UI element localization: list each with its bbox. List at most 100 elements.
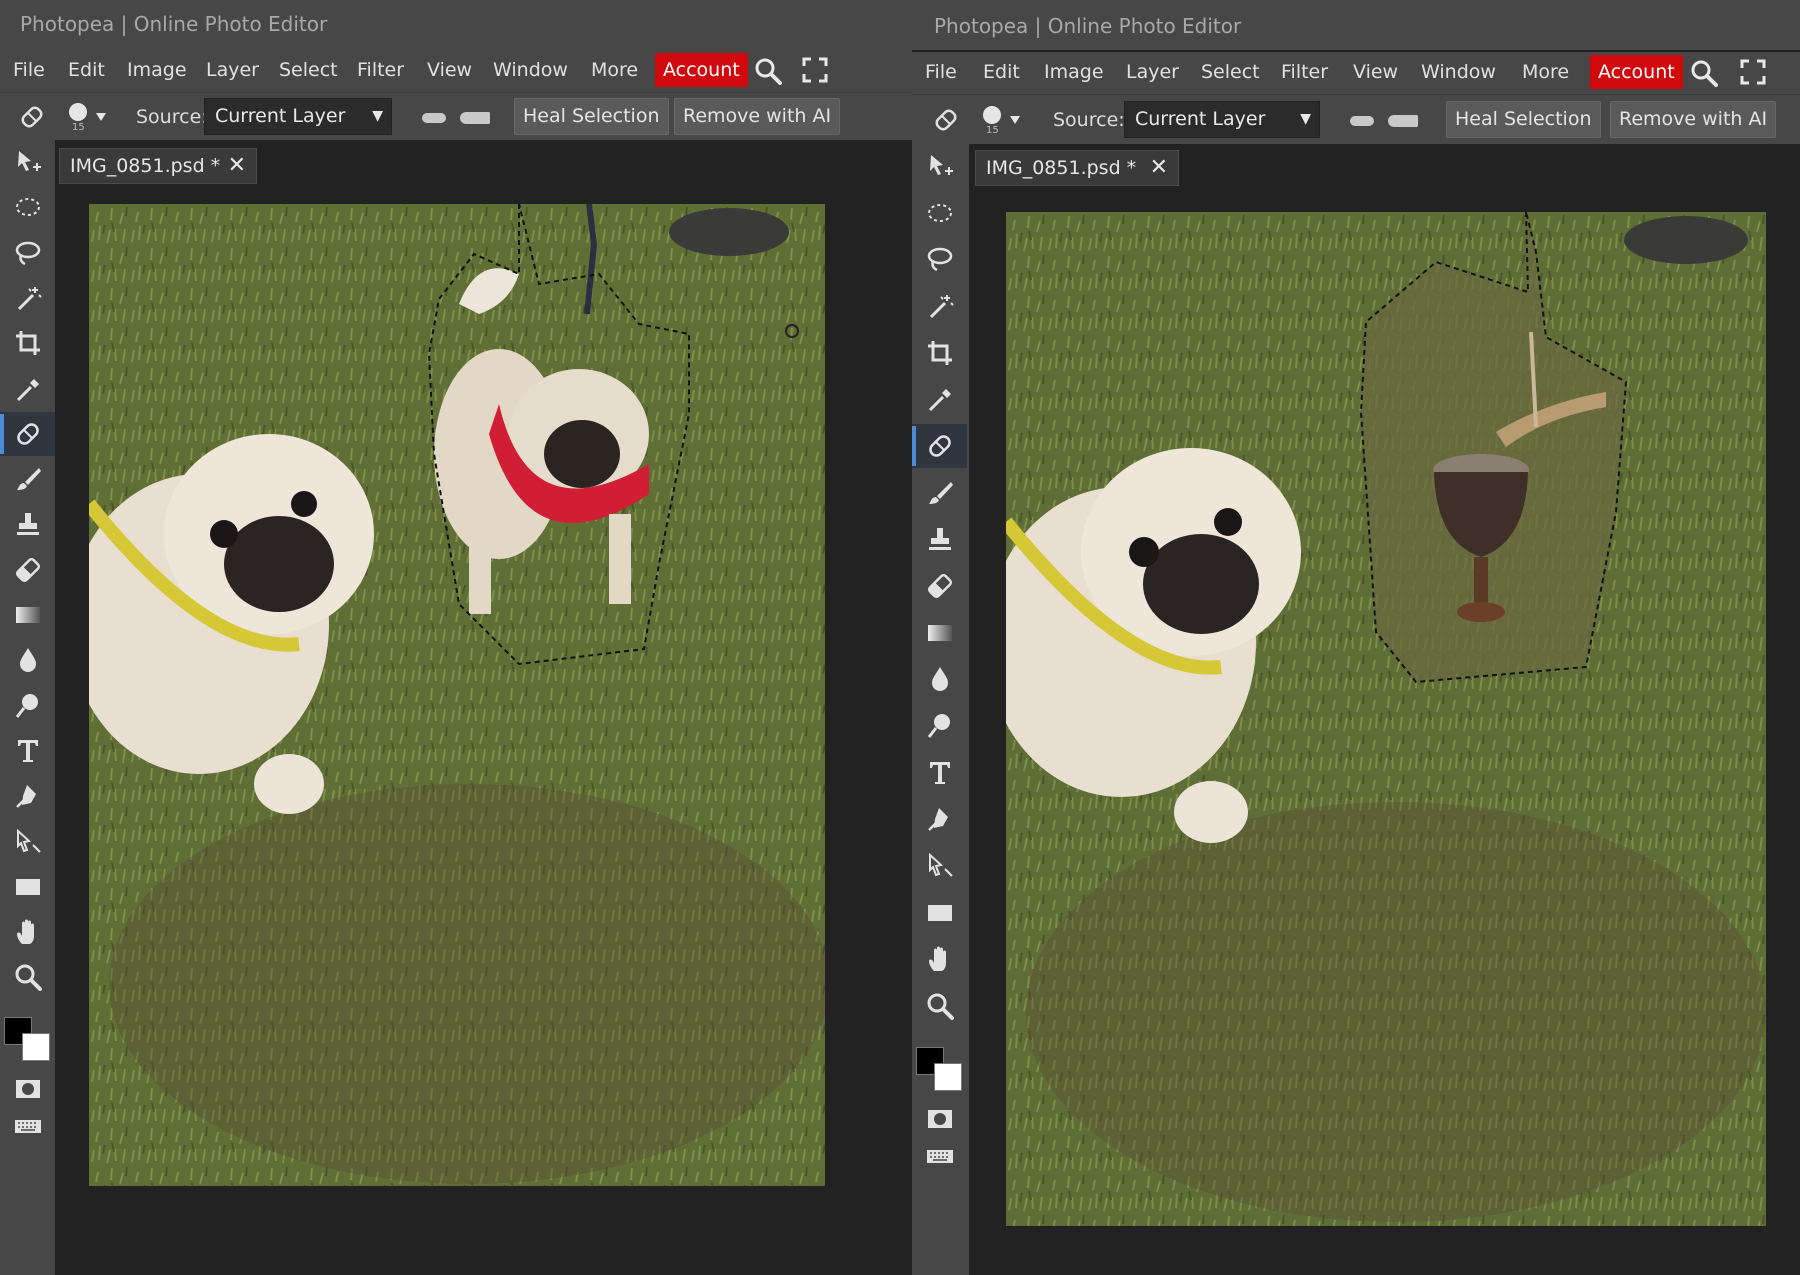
fullscreen-icon[interactable] [1740, 59, 1766, 85]
background-color-swatch[interactable] [934, 1062, 962, 1091]
account-button[interactable]: Account [655, 53, 748, 87]
editor-panel-after: Photopea | Online Photo Editor File Edit… [912, 0, 1800, 1275]
magic-wand-tool-icon [929, 294, 954, 319]
menu-edit[interactable]: Edit [983, 61, 1020, 83]
image-canvas[interactable] [89, 204, 825, 1186]
brush-hardness-hard-icon[interactable] [460, 112, 490, 124]
brush-hardness-soft-icon[interactable] [1350, 116, 1374, 126]
menu-window[interactable]: Window [493, 59, 568, 81]
clone-stamp-tool-button[interactable] [912, 517, 967, 561]
menu-filter[interactable]: Filter [357, 59, 404, 81]
account-button[interactable]: Account [1590, 55, 1683, 89]
document-tab[interactable]: IMG_0851.psd * ✕ [975, 150, 1179, 186]
menu-file[interactable]: File [925, 61, 957, 83]
healing-brush-tool-button[interactable] [0, 411, 55, 456]
eyedropper-tool-icon [928, 389, 951, 412]
brush-size-picker[interactable]: 15 [68, 99, 110, 135]
path-select-tool-button[interactable] [912, 844, 967, 888]
zoom-tool-button[interactable] [0, 955, 55, 999]
menu-view[interactable]: View [427, 59, 472, 81]
zoom-tool-icon [15, 964, 42, 992]
menu-more[interactable]: More [591, 59, 638, 81]
menu-layer[interactable]: Layer [1126, 61, 1179, 83]
pen-tool-button[interactable] [0, 774, 55, 818]
menu-view[interactable]: View [1353, 61, 1398, 83]
type-tool-button[interactable] [912, 751, 967, 795]
rectangle-tool-button[interactable] [0, 865, 55, 909]
keyboard-button[interactable] [912, 1134, 967, 1178]
pen-tool-button[interactable] [912, 797, 967, 841]
blur-tool-button[interactable] [912, 657, 967, 701]
search-icon[interactable] [753, 56, 783, 86]
pen-tool-icon [15, 785, 36, 809]
move-tool-button[interactable] [912, 144, 967, 188]
remove-with-ai-button[interactable]: Remove with AI [674, 98, 841, 135]
magic-wand-tool-button[interactable] [0, 276, 55, 320]
tool-preset-icon[interactable] [930, 104, 962, 136]
eyedropper-tool-button[interactable] [912, 377, 967, 421]
hand-tool-button[interactable] [0, 910, 55, 954]
crop-tool-button[interactable] [0, 321, 55, 365]
fullscreen-icon[interactable] [802, 57, 828, 83]
marquee-tool-button[interactable] [0, 185, 55, 229]
heal-selection-button[interactable]: Heal Selection [514, 98, 669, 135]
source-label: Source: [136, 106, 208, 128]
dodge-tool-button[interactable] [912, 704, 967, 748]
eraser-tool-button[interactable] [912, 564, 967, 608]
document-tab[interactable]: IMG_0851.psd * ✕ [59, 148, 257, 184]
lasso-tool-button[interactable] [912, 237, 967, 281]
hand-tool-icon [928, 946, 946, 972]
menu-window[interactable]: Window [1421, 61, 1496, 83]
menu-image[interactable]: Image [1044, 61, 1104, 83]
menu-edit[interactable]: Edit [68, 59, 105, 81]
menu-more[interactable]: More [1522, 61, 1569, 83]
path-select-tool-button[interactable] [0, 820, 55, 864]
gradient-tool-button[interactable] [0, 593, 55, 637]
menu-file[interactable]: File [13, 59, 45, 81]
brush-size-picker[interactable]: 15 [982, 102, 1024, 138]
source-select[interactable]: Current Layer ▼ [204, 98, 392, 135]
type-tool-button[interactable] [0, 729, 55, 773]
keyboard-button[interactable] [0, 1104, 55, 1148]
search-icon[interactable] [1689, 58, 1719, 88]
brush-hardness-hard-icon[interactable] [1388, 115, 1418, 127]
crop-tool-button[interactable] [912, 331, 967, 375]
close-icon[interactable]: ✕ [1150, 151, 1168, 185]
hand-tool-button[interactable] [912, 937, 967, 981]
color-swatches[interactable] [0, 1011, 55, 1063]
brush-hardness-soft-icon[interactable] [422, 113, 446, 123]
lasso-tool-button[interactable] [0, 231, 55, 275]
rectangle-tool-button[interactable] [912, 891, 967, 935]
zoom-tool-button[interactable] [912, 984, 967, 1028]
brush-tool-button[interactable] [912, 471, 967, 515]
move-tool-button[interactable] [0, 140, 55, 184]
healing-brush-tool-icon [16, 423, 39, 445]
menu-filter[interactable]: Filter [1281, 61, 1328, 83]
menu-image[interactable]: Image [127, 59, 187, 81]
heal-selection-button[interactable]: Heal Selection [1446, 101, 1601, 138]
remove-with-ai-button[interactable]: Remove with AI [1610, 101, 1777, 138]
brush-tool-button[interactable] [0, 457, 55, 501]
magic-wand-tool-button[interactable] [912, 284, 967, 328]
background-color-swatch[interactable] [22, 1032, 50, 1061]
menu-layer[interactable]: Layer [206, 59, 259, 81]
source-select[interactable]: Current Layer ▼ [1124, 101, 1320, 138]
marquee-tool-button[interactable] [912, 191, 967, 235]
eraser-tool-button[interactable] [0, 548, 55, 592]
close-icon[interactable]: ✕ [228, 149, 246, 183]
menu-select[interactable]: Select [1201, 61, 1260, 83]
shoe [669, 208, 789, 256]
gradient-tool-button[interactable] [912, 611, 967, 655]
pen-tool-icon [927, 808, 948, 832]
color-swatches[interactable] [912, 1041, 967, 1093]
tool-options-bar: 15 Source: Current Layer ▼ Heal Selectio… [912, 94, 1800, 144]
eyedropper-tool-button[interactable] [0, 367, 55, 411]
dodge-tool-button[interactable] [0, 684, 55, 728]
image-canvas[interactable] [1006, 212, 1766, 1226]
menu-select[interactable]: Select [279, 59, 338, 81]
tool-preset-icon[interactable] [16, 101, 48, 133]
clone-stamp-tool-button[interactable] [0, 502, 55, 546]
blur-tool-button[interactable] [0, 638, 55, 682]
tools-panel [912, 144, 969, 1275]
healing-brush-tool-button[interactable] [912, 423, 967, 468]
